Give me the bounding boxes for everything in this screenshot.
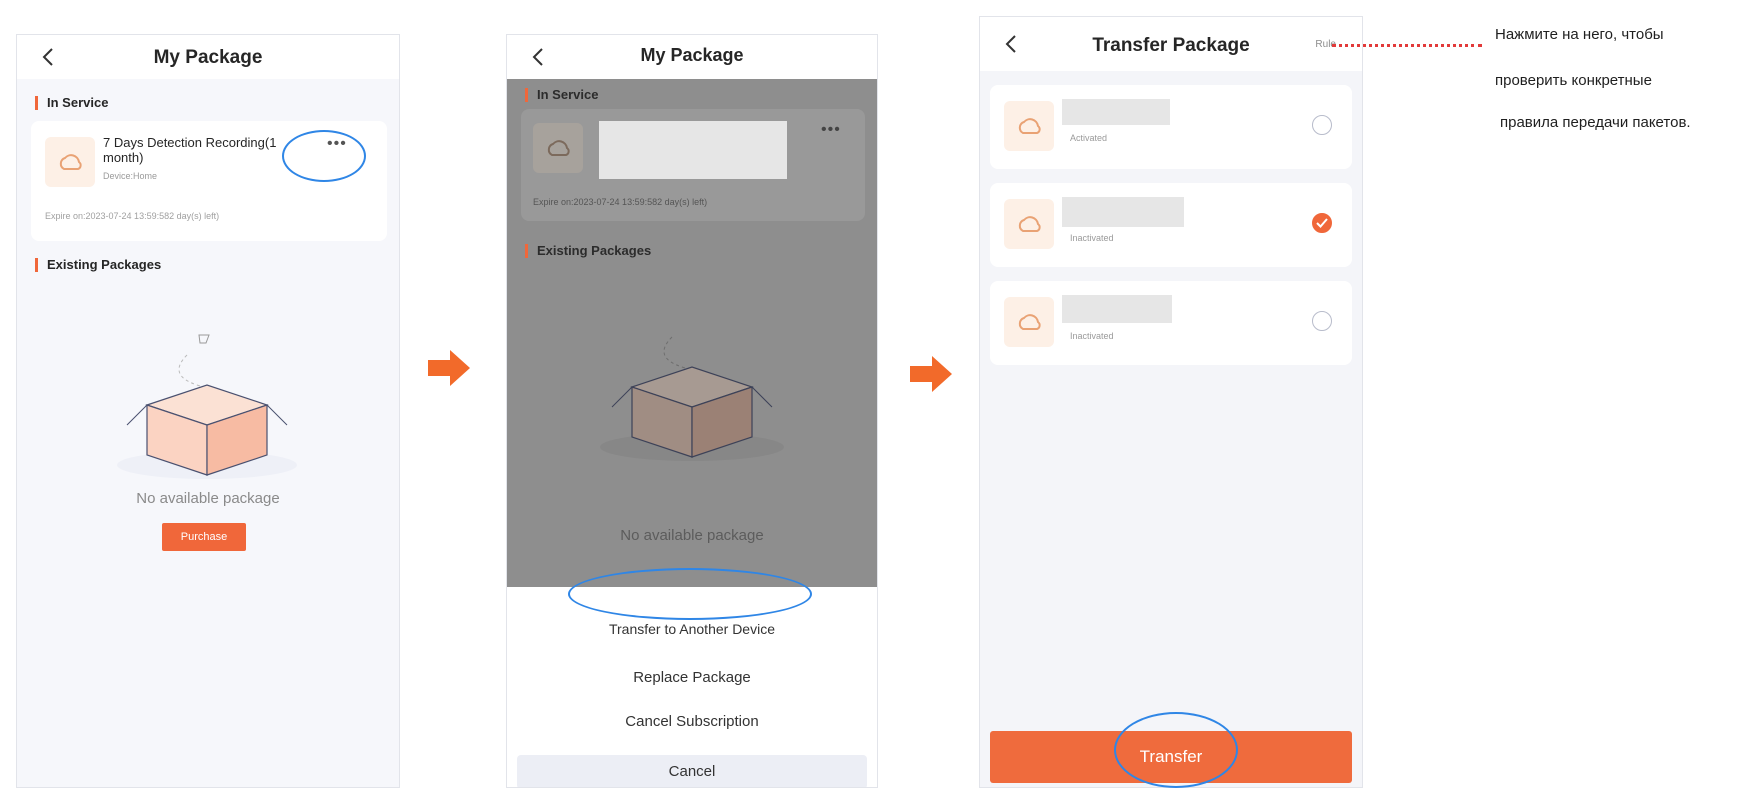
page-title: Transfer Package [1092, 35, 1250, 56]
screen-my-package-menu: My Package In Service ••• Expire on:2023… [506, 34, 878, 788]
package-name-redacted [1062, 295, 1172, 323]
next-arrow-icon [910, 356, 952, 392]
highlight-circle-transfer-button [1114, 712, 1238, 788]
cloud-package-icon [1004, 101, 1054, 151]
more-icon[interactable]: ••• [821, 121, 841, 139]
package-name-redacted [1062, 99, 1170, 125]
annotation-text-line2: проверить конкретные [1495, 72, 1652, 89]
page-title: My Package [153, 47, 263, 68]
cloud-package-icon [1004, 199, 1054, 249]
existing-packages-heading: Existing Packages [35, 257, 161, 272]
empty-state-text: No available package [136, 490, 280, 507]
package-card: ••• Expire on:2023-07-24 13:59:582 day(s… [521, 109, 865, 221]
expire-label: Expire on:2023-07-24 13:59:582 day(s) le… [533, 197, 708, 207]
replace-package-option[interactable]: Replace Package [507, 669, 877, 686]
highlight-circle-more [282, 130, 366, 182]
cancel-subscription-option[interactable]: Cancel Subscription [507, 713, 877, 730]
checkmark-icon [1316, 218, 1328, 228]
in-service-heading: In Service [525, 87, 598, 102]
device-label: Device:Home [103, 171, 158, 181]
package-status: Inactivated [1070, 233, 1114, 243]
highlight-circle-transfer-option [568, 568, 812, 620]
package-name-redacted [599, 121, 787, 179]
navbar: My Package [507, 35, 877, 79]
expire-label: Expire on:2023-07-24 13:59:582 day(s) le… [45, 211, 220, 221]
empty-box-illustration [117, 334, 297, 479]
cloud-package-icon [533, 123, 583, 173]
package-status: Activated [1070, 133, 1108, 143]
cancel-button[interactable]: Cancel [517, 755, 867, 787]
in-service-heading: In Service [35, 95, 108, 110]
page-title: My Package [640, 45, 744, 65]
cloud-package-icon [45, 137, 95, 187]
cloud-package-icon [1004, 297, 1054, 347]
package-item[interactable]: Inactivated [990, 281, 1352, 365]
existing-packages-heading: Existing Packages [525, 243, 651, 258]
annotation-pointer-line [1332, 44, 1482, 47]
navbar: My Package [17, 35, 399, 79]
package-item[interactable]: Inactivated [990, 183, 1352, 267]
transfer-to-another-device-option[interactable]: Transfer to Another Device [507, 621, 877, 637]
package-item[interactable]: Activated [990, 85, 1352, 169]
annotation-text-line3: правила передачи пакетов. [1500, 114, 1691, 131]
package-name-redacted [1062, 197, 1184, 227]
empty-box-illustration [600, 336, 784, 461]
package-name: 7 Days Detection Recording(1 month) [103, 135, 277, 165]
package-status: Inactivated [1070, 331, 1114, 341]
dimmed-overlay[interactable]: In Service ••• Expire on:2023-07-24 13:5… [507, 79, 877, 587]
select-radio[interactable] [1312, 311, 1332, 331]
select-radio-checked[interactable] [1312, 213, 1332, 233]
next-arrow-icon [428, 350, 470, 386]
purchase-button[interactable]: Purchase [162, 523, 246, 551]
empty-state-text: No available package [620, 527, 764, 544]
select-radio[interactable] [1312, 115, 1332, 135]
annotation-text-line1: Нажмите на него, чтобы [1495, 26, 1664, 43]
screen-transfer-package: Transfer Package Rule Activated Inactiva… [979, 16, 1363, 788]
navbar: Transfer Package Rule [980, 17, 1362, 71]
